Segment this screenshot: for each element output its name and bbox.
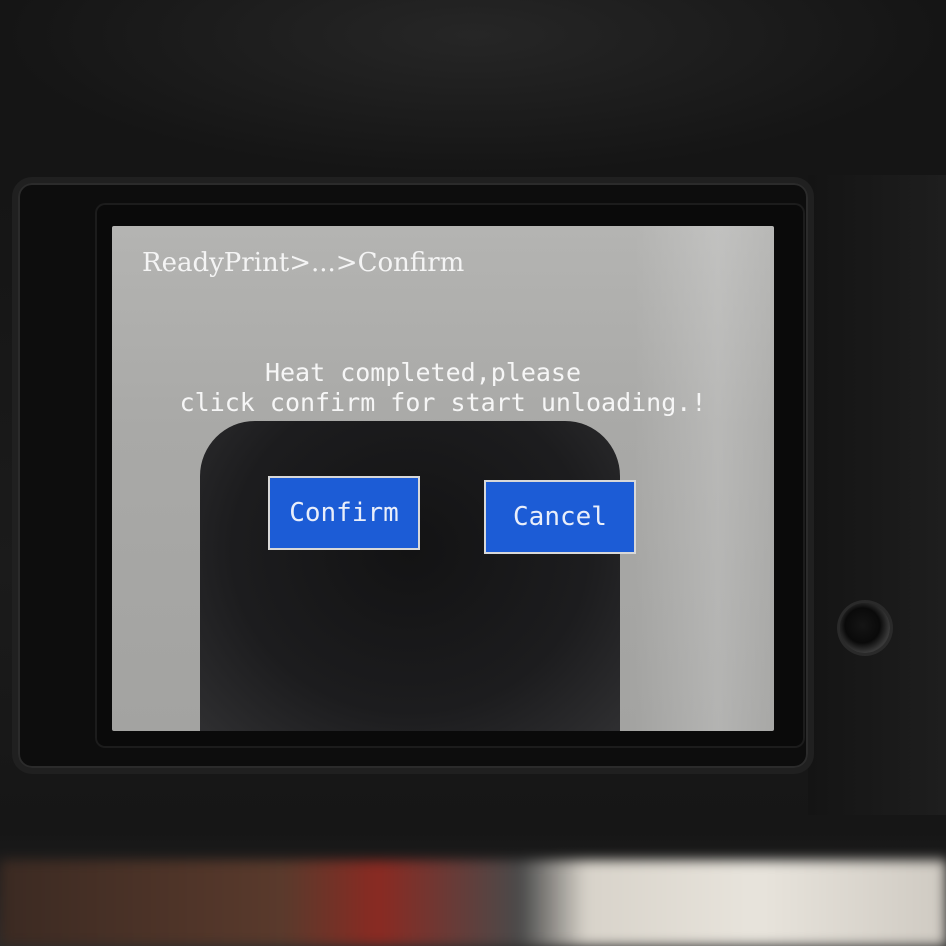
message-line-2: click confirm for start unloading.! (179, 388, 707, 417)
screen-reflection (200, 421, 620, 731)
printer-housing-right (808, 175, 946, 815)
confirm-message: Heat completed,please click confirm for … (112, 358, 774, 418)
printer-housing-top (0, 0, 946, 175)
lcd-screen: ReadyPrint>...>Confirm Heat completed,pl… (112, 226, 774, 731)
breadcrumb: ReadyPrint>...>Confirm (142, 248, 465, 278)
control-knob[interactable] (840, 603, 890, 653)
confirm-button[interactable]: Confirm (268, 476, 420, 550)
printer-photo: ReadyPrint>...>Confirm Heat completed,pl… (0, 0, 946, 946)
background-blur (0, 860, 946, 946)
screen-glare (634, 226, 774, 731)
message-line-1: Heat completed,please (264, 358, 582, 387)
cancel-button[interactable]: Cancel (484, 480, 636, 554)
